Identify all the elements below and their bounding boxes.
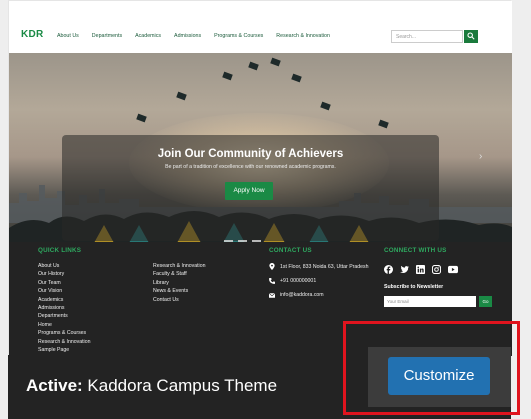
footer-link[interactable]: Academics [38, 296, 90, 304]
footer-link[interactable]: Contact Us [153, 296, 205, 304]
footer-link[interactable]: Our History [38, 270, 90, 278]
nav-item-admissions[interactable]: Admissions [174, 33, 201, 39]
connect-heading: CONNECT WITH US [384, 247, 447, 254]
search-input[interactable]: Search... [391, 30, 463, 43]
flying-cap [378, 119, 389, 129]
footer-link[interactable]: Departments [38, 312, 90, 320]
newsletter-heading: Subscribe to Newsletter [384, 284, 444, 290]
facebook-icon[interactable] [384, 265, 393, 274]
footer-link[interactable]: About Us [38, 262, 90, 270]
flying-cap [248, 61, 259, 71]
active-theme-name: Kaddora Campus Theme [87, 376, 278, 395]
active-theme-label: Active: Kaddora Campus Theme [26, 376, 277, 396]
youtube-icon[interactable] [448, 265, 458, 274]
theme-preview-screen: KDR About Us Departments Academics Admis… [0, 0, 531, 419]
social-links [384, 265, 458, 274]
nav-item-programs[interactable]: Programs & Courses [214, 33, 263, 39]
flying-cap [176, 91, 187, 101]
hero-overlay-card: Join Our Community of Achievers Be part … [62, 135, 439, 241]
instagram-icon[interactable] [432, 265, 441, 274]
linkedin-icon[interactable] [416, 265, 425, 274]
footer-link[interactable]: Programs & Courses [38, 329, 90, 337]
footer-link[interactable]: Library [153, 279, 205, 287]
footer-link[interactable]: Home [38, 321, 90, 329]
chevron-right-icon[interactable]: › [479, 151, 482, 162]
footer-link[interactable]: Our Team [38, 279, 90, 287]
address-text: 1st Floor, 833 Noida 63, Uttar Pradesh [280, 263, 369, 270]
flying-cap [222, 71, 233, 81]
flying-cap [320, 101, 331, 111]
nav-item-research[interactable]: Research & Innovation [276, 33, 330, 39]
apply-now-button[interactable]: Apply Now [225, 182, 273, 200]
flying-cap [136, 113, 147, 123]
flying-cap [291, 73, 302, 83]
footer-link[interactable]: Research & Innovation [153, 262, 205, 270]
nav-item-academics[interactable]: Academics [135, 33, 161, 39]
site-header: KDR About Us Departments Academics Admis… [9, 1, 512, 53]
email-text[interactable]: info@kaddora.com [280, 292, 324, 298]
footer-link[interactable]: Sample Page [38, 346, 90, 354]
active-prefix: Active: [26, 376, 83, 395]
contact-email: info@kaddora.com [269, 292, 324, 298]
search-icon [467, 32, 475, 40]
nav-item-departments[interactable]: Departments [92, 33, 122, 39]
main-nav: About Us Departments Academics Admission… [57, 33, 343, 39]
hero-subtitle: Be part of a tradition of excellence wit… [165, 164, 336, 170]
contact-address: 1st Floor, 833 Noida 63, Uttar Pradesh [269, 263, 369, 270]
contact-phone: +91 000000001 [269, 278, 316, 284]
footer-link[interactable]: News & Events [153, 287, 205, 295]
quick-links-col1: About Us Our History Our Team Our Vision… [38, 262, 90, 354]
phone-icon [269, 278, 275, 284]
mail-icon [269, 292, 275, 298]
footer-link[interactable]: Research & Innovation [38, 338, 90, 346]
quick-links-heading: QUICK LINKS [38, 247, 82, 254]
quick-links-col2: Research & Innovation Faculty & Staff Li… [153, 262, 205, 304]
theme-screenshot[interactable]: KDR About Us Departments Academics Admis… [8, 0, 512, 356]
footer-link[interactable]: Admissions [38, 304, 90, 312]
site-logo[interactable]: KDR [21, 29, 44, 40]
flying-cap [270, 57, 281, 67]
footer-link[interactable]: Faculty & Staff [153, 270, 205, 278]
search-button[interactable] [464, 30, 478, 43]
footer-link[interactable]: Our Vision [38, 287, 90, 295]
phone-text[interactable]: +91 000000001 [280, 278, 316, 284]
twitter-icon[interactable] [400, 265, 409, 274]
newsletter-go-button[interactable]: Go [479, 296, 492, 307]
nav-item-about-us[interactable]: About Us [57, 33, 79, 39]
contact-heading: CONTACT US [269, 247, 312, 254]
newsletter-email-input[interactable]: Your Email [384, 296, 476, 307]
hero-banner: › Join Our Community of Achievers Be par… [9, 53, 512, 242]
hero-title: Join Our Community of Achievers [157, 148, 344, 160]
location-pin-icon [269, 263, 275, 270]
highlight-annotation-box [343, 321, 520, 415]
